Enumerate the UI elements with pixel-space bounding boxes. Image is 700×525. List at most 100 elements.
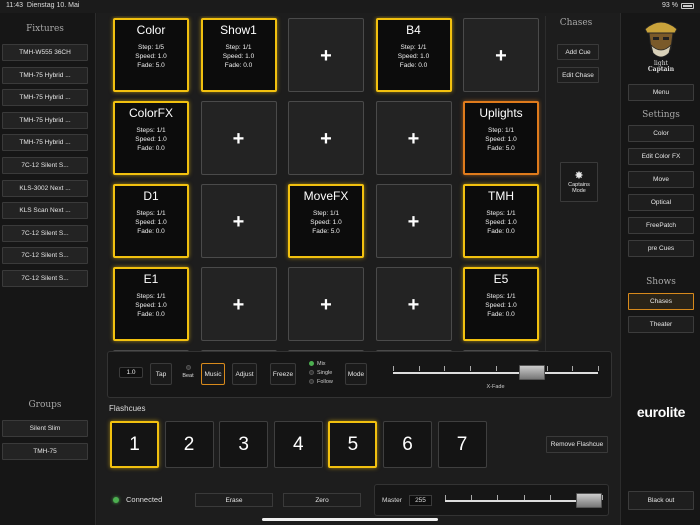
menu-button[interactable]: Menu [628, 84, 694, 101]
fixture-item[interactable]: TMH-W555 36CH [2, 44, 88, 61]
captains-mode-button[interactable]: ✸ Captains Mode [560, 162, 598, 202]
group-item[interactable]: Silent Slim [2, 420, 88, 437]
flashcue-button[interactable]: 7 [437, 421, 487, 468]
mode-option-mix[interactable]: Mix [309, 360, 345, 367]
cue-tile[interactable]: Uplights Step: 1/1 Speed: 1.0 Fade: 5.0 [463, 101, 539, 175]
cue-tile[interactable]: B4 Step: 1/1 Speed: 1.0 Fade: 0.0 [375, 18, 452, 92]
settings-color-button[interactable]: Color [628, 125, 694, 142]
settings-edit-color-fx-button[interactable]: Edit Color FX [628, 148, 694, 165]
fixture-item[interactable]: TMH-75 Hybrid ... [2, 111, 88, 129]
flashcue-button[interactable]: 2 [164, 421, 214, 468]
radio-icon [309, 361, 314, 366]
cue-speed: Speed: 1.0 [485, 219, 517, 226]
cue-fade: Fade: 0.0 [399, 62, 428, 69]
cue-name: D1 [143, 189, 159, 203]
beat-led-icon [185, 365, 191, 370]
fixture-item[interactable]: 7C-12 Silent S... [2, 224, 88, 242]
plus-icon: + [320, 45, 332, 67]
cue-tile[interactable]: E1 Steps: 1/1 Speed: 1.0 Fade: 0.0 [113, 267, 189, 341]
zero-button[interactable]: Zero [283, 493, 361, 507]
mode-option-label: Follow [317, 378, 333, 385]
cue-tile[interactable]: Color Step: 1/5 Speed: 1.0 Fade: 5.0 [113, 18, 189, 92]
cue-speed: Speed: 1.0 [310, 219, 342, 226]
adjust-button[interactable]: Adjust [232, 363, 257, 385]
empty-cue-slot[interactable]: + [200, 267, 277, 341]
groups-title: Groups [28, 400, 62, 410]
edit-chase-button[interactable]: Edit Chase [557, 67, 599, 83]
cue-speed: Speed: 1.0 [135, 53, 167, 60]
fixture-item[interactable]: TMH-75 Hybrid ... [2, 89, 88, 107]
slider-tick [469, 366, 471, 371]
fixture-item[interactable]: TMH-75 Hybrid ... [2, 66, 88, 84]
settings-freepatch-button[interactable]: FreePatch [628, 217, 694, 234]
group-item[interactable]: TMH-75 [2, 442, 88, 460]
xfade-slider[interactable]: X-Fade [393, 362, 599, 392]
logo-text: light Captain [647, 60, 675, 73]
flashcue-button[interactable]: 5 [328, 421, 378, 468]
show-chases-button[interactable]: Chases [628, 293, 694, 310]
cue-tile[interactable]: ColorFX Steps: 1/1 Speed: 1.0 Fade: 0.0 [113, 101, 189, 175]
slider-tick [495, 366, 497, 371]
fixtures-panel: Fixtures TMH-W555 36CH TMH-75 Hybrid ... T… [0, 13, 96, 525]
plus-icon: + [407, 294, 420, 316]
show-theater-button[interactable]: Theater [628, 316, 694, 333]
empty-cue-slot[interactable]: + [375, 267, 452, 341]
fixture-item[interactable]: 7C-12 Silent S... [2, 157, 88, 174]
cue-name: Show1 [220, 23, 257, 37]
slider-tick [546, 366, 548, 371]
settings-optical-button[interactable]: Optical [628, 194, 694, 211]
master-thumb[interactable] [576, 493, 602, 508]
fixture-item[interactable]: 7C-12 Silent S... [2, 270, 88, 287]
cue-info: Step: 1/1 Speed: 1.0 Fade: 5.0 [465, 126, 537, 153]
bpm-field[interactable]: 1.0 [119, 367, 143, 378]
cue-speed: Speed: 1.0 [135, 136, 167, 143]
cue-info: Steps: 1/1 Speed: 1.0 Fade: 0.0 [465, 209, 537, 236]
music-button[interactable]: Music [201, 363, 225, 385]
mode-option-follow[interactable]: Follow [309, 378, 345, 385]
add-cue-button[interactable]: Add Cue [557, 44, 599, 60]
flashcue-button[interactable]: 4 [273, 421, 323, 468]
cue-tile[interactable]: MoveFX Step: 1/1 Speed: 1.0 Fade: 5.0 [288, 184, 364, 258]
tap-button[interactable]: Tap [150, 363, 172, 385]
fixture-item[interactable]: 7C-12 Silent S... [2, 247, 88, 265]
cue-tile[interactable]: E5 Steps: 1/1 Speed: 1.0 Fade: 0.0 [463, 267, 539, 341]
slider-tick [418, 366, 420, 371]
plus-icon: + [407, 211, 420, 233]
empty-cue-slot[interactable]: + [375, 101, 452, 175]
empty-cue-slot[interactable]: + [200, 184, 277, 258]
cue-fade: Fade: 5.0 [487, 145, 515, 152]
fixtures-title: Fixtures [26, 24, 64, 34]
right-panel: light Captain Menu Settings Color Edit Co… [620, 13, 700, 525]
freeze-button[interactable]: Freeze [270, 363, 296, 385]
fixture-item[interactable]: TMH-75 Hybrid ... [2, 134, 88, 152]
master-slider[interactable] [445, 491, 603, 511]
battery-icon [681, 2, 694, 9]
radio-icon [309, 379, 314, 384]
cue-tile[interactable]: Show1 Step: 1/1 Speed: 1.0 Fade: 0.0 [200, 18, 277, 92]
settings-move-button[interactable]: Move [628, 171, 694, 188]
erase-button[interactable]: Erase [195, 493, 273, 507]
mode-button[interactable]: Mode [345, 363, 367, 385]
settings-pre-cues-button[interactable]: pre Cues [628, 240, 694, 257]
empty-cue-slot[interactable]: + [288, 267, 364, 341]
connected-led-icon [113, 496, 119, 503]
mode-option-single[interactable]: Single [309, 369, 345, 376]
blackout-button[interactable]: Black out [628, 491, 694, 510]
empty-cue-slot[interactable]: + [288, 101, 364, 175]
fixture-item[interactable]: KLS-3002 Next ... [2, 179, 88, 197]
remove-flashcue-button[interactable]: Remove Flashcue [546, 436, 608, 453]
battery-indicator: 93 % [662, 2, 694, 9]
empty-cue-slot[interactable]: + [288, 18, 364, 92]
xfade-thumb[interactable] [518, 365, 545, 380]
empty-cue-slot[interactable]: + [200, 101, 277, 175]
empty-cue-slot[interactable]: + [463, 18, 539, 92]
cue-tile[interactable]: D1 Steps: 1/1 Speed: 1.0 Fade: 0.0 [113, 184, 189, 258]
cue-tile[interactable]: TMH Steps: 1/1 Speed: 1.0 Fade: 0.0 [463, 184, 539, 258]
fixture-item[interactable]: KLS Scan Next ... [2, 202, 88, 220]
slider-tick [549, 495, 551, 500]
flashcue-button[interactable]: 1 [110, 421, 159, 468]
flashcue-button[interactable]: 6 [383, 421, 432, 468]
cue-speed: Speed: 1.0 [485, 136, 517, 143]
flashcue-button[interactable]: 3 [219, 421, 269, 468]
empty-cue-slot[interactable]: + [375, 184, 452, 258]
